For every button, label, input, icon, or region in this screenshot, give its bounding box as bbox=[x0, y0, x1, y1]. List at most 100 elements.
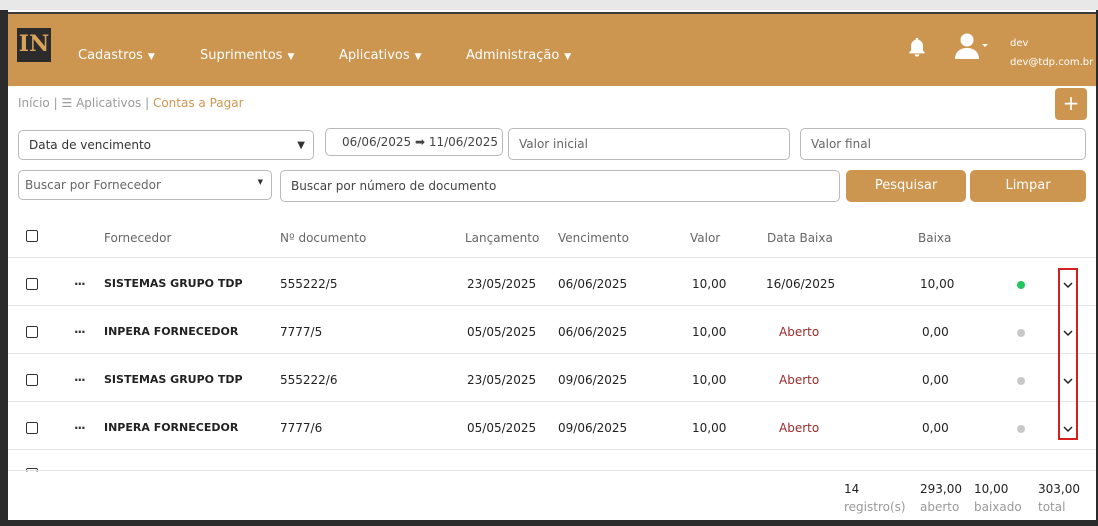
row-checkbox[interactable] bbox=[26, 278, 38, 290]
fornecedor-placeholder: Buscar por Fornecedor bbox=[25, 178, 161, 192]
breadcrumb-home[interactable]: Início bbox=[18, 96, 50, 110]
cell-vencimento: 09/06/2025 bbox=[558, 421, 628, 435]
cell-valor: 10,00 bbox=[692, 373, 727, 387]
status-dot-open bbox=[1017, 377, 1025, 385]
cell-documento: 555222/5 bbox=[280, 277, 338, 291]
cell-baixa: 0,00 bbox=[922, 325, 949, 339]
caret-down-icon: ▼ bbox=[287, 52, 295, 62]
top-navbar: IN Cadastros ▼ Suprimentos ▼ Aplicativos ▼ … bbox=[8, 12, 1096, 86]
date-range-input[interactable]: 06/06/2025 ➡ 11/06/2025 bbox=[325, 128, 503, 156]
nav-aplicativos[interactable]: Aplicativos ▼ bbox=[339, 48, 422, 63]
user-avatar-icon[interactable] bbox=[954, 32, 988, 60]
cell-valor: 10,00 bbox=[692, 325, 727, 339]
cell-lancamento: 23/05/2025 bbox=[467, 373, 537, 387]
breadcrumb-separator: | bbox=[53, 96, 58, 110]
aberto-label: aberto bbox=[920, 500, 960, 514]
status-dot-paid bbox=[1017, 281, 1025, 289]
user-name: dev bbox=[1010, 38, 1029, 49]
menu-icon: ☰ bbox=[61, 96, 73, 110]
documento-placeholder: Buscar por número de documento bbox=[291, 179, 497, 193]
header-baixa[interactable]: Baixa bbox=[918, 231, 951, 245]
cell-data-baixa: Aberto bbox=[779, 421, 820, 435]
cell-documento: 555222/6 bbox=[280, 373, 338, 387]
row-checkbox[interactable] bbox=[26, 326, 38, 338]
row-menu-icon[interactable]: ··· bbox=[74, 373, 86, 387]
fornecedor-search-select[interactable]: Buscar por Fornecedor ▼ bbox=[18, 170, 272, 200]
breadcrumb-separator: | bbox=[145, 96, 150, 110]
row-divider bbox=[8, 305, 1096, 306]
cell-baixa: 0,00 bbox=[922, 421, 949, 435]
status-dot-open bbox=[1017, 425, 1025, 433]
caret-down-icon: ▼ bbox=[564, 52, 572, 62]
caret-down-icon: ▼ bbox=[257, 178, 263, 186]
nav-aplicativos-label: Aplicativos bbox=[339, 48, 410, 63]
bell-icon[interactable] bbox=[906, 36, 928, 58]
total-label: total bbox=[1038, 500, 1066, 514]
row-checkbox[interactable] bbox=[26, 374, 38, 386]
caret-down-icon: ▼ bbox=[147, 52, 155, 62]
cell-vencimento: 09/06/2025 bbox=[558, 373, 628, 387]
row-checkbox[interactable] bbox=[26, 422, 38, 434]
nav-cadastros-label: Cadastros bbox=[78, 48, 143, 63]
aberto-total: 293,00 bbox=[920, 482, 962, 496]
date-range-value: 06/06/2025 ➡ 11/06/2025 bbox=[342, 135, 499, 149]
header-documento[interactable]: Nº documento bbox=[280, 231, 366, 245]
nav-administracao[interactable]: Administração ▼ bbox=[466, 48, 571, 63]
cell-baixa: 10,00 bbox=[920, 277, 955, 291]
caret-down-icon: ▼ bbox=[414, 52, 422, 62]
date-type-select[interactable]: Data de vencimento ▼ bbox=[18, 130, 314, 160]
row-divider bbox=[8, 401, 1096, 402]
cell-valor: 10,00 bbox=[692, 277, 727, 291]
nav-cadastros[interactable]: Cadastros ▼ bbox=[78, 48, 155, 63]
cell-valor: 10,00 bbox=[692, 421, 727, 435]
date-type-value: Data de vencimento bbox=[29, 138, 152, 152]
highlight-box bbox=[1058, 268, 1078, 440]
nav-administracao-label: Administração bbox=[466, 48, 560, 63]
row-menu-icon[interactable]: ··· bbox=[74, 277, 86, 291]
cell-vencimento: 06/06/2025 bbox=[558, 277, 628, 291]
baixado-label: baixado bbox=[974, 500, 1022, 514]
row-divider bbox=[8, 449, 1096, 450]
header-lancamento[interactable]: Lançamento bbox=[465, 231, 539, 245]
valor-final-placeholder: Valor final bbox=[811, 137, 871, 151]
row-menu-icon[interactable]: ··· bbox=[74, 421, 86, 435]
chevron-down-icon: ▼ bbox=[297, 139, 305, 151]
search-button[interactable]: Pesquisar bbox=[846, 170, 966, 202]
breadcrumb-apps[interactable]: Aplicativos bbox=[76, 96, 141, 110]
cell-documento: 7777/5 bbox=[280, 325, 323, 339]
cell-vencimento: 06/06/2025 bbox=[558, 325, 628, 339]
breadcrumb: Início | ☰ Aplicativos | Contas a Pagar bbox=[18, 96, 244, 110]
breadcrumb-current: Contas a Pagar bbox=[152, 96, 244, 110]
grand-total: 303,00 bbox=[1038, 482, 1080, 496]
status-dot-open bbox=[1017, 329, 1025, 337]
header-data-baixa[interactable]: Data Baixa bbox=[767, 231, 833, 245]
cell-fornecedor: SISTEMAS GRUPO TDP bbox=[104, 373, 243, 386]
footer-divider bbox=[8, 470, 1096, 471]
valor-inicial-input[interactable]: Valor inicial bbox=[508, 128, 790, 160]
clear-button[interactable]: Limpar bbox=[970, 170, 1086, 202]
valor-inicial-placeholder: Valor inicial bbox=[519, 137, 588, 151]
cell-fornecedor: INPERA FORNECEDOR bbox=[104, 421, 239, 434]
app-logo[interactable]: IN bbox=[17, 28, 51, 62]
header-divider bbox=[8, 257, 1096, 258]
nav-suprimentos-label: Suprimentos bbox=[200, 48, 283, 63]
registros-count: 14 bbox=[844, 482, 860, 496]
registros-label: registro(s) bbox=[844, 500, 906, 514]
documento-search-input[interactable]: Buscar por número de documento bbox=[280, 170, 840, 202]
nav-suprimentos[interactable]: Suprimentos ▼ bbox=[200, 48, 294, 63]
row-divider bbox=[8, 353, 1096, 354]
baixado-total: 10,00 bbox=[974, 482, 1009, 496]
valor-final-input[interactable]: Valor final bbox=[800, 128, 1086, 160]
row-menu-icon[interactable]: ··· bbox=[74, 325, 86, 339]
header-valor[interactable]: Valor bbox=[690, 231, 720, 245]
cell-baixa: 0,00 bbox=[922, 373, 949, 387]
header-fornecedor[interactable]: Fornecedor bbox=[104, 231, 171, 245]
header-vencimento[interactable]: Vencimento bbox=[558, 231, 629, 245]
cell-lancamento: 05/05/2025 bbox=[467, 325, 537, 339]
cell-data-baixa: Aberto bbox=[779, 325, 820, 339]
add-button[interactable]: + bbox=[1055, 88, 1087, 120]
cell-fornecedor: SISTEMAS GRUPO TDP bbox=[104, 277, 243, 290]
select-all-checkbox[interactable] bbox=[26, 230, 38, 242]
cell-lancamento: 05/05/2025 bbox=[467, 421, 537, 435]
app-frame: IN Cadastros ▼ Suprimentos ▼ Aplicativos ▼ … bbox=[8, 10, 1096, 520]
